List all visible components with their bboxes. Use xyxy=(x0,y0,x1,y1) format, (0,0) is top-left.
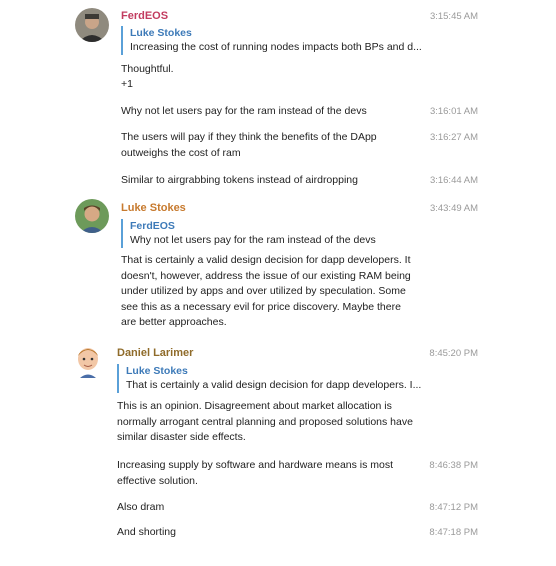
message-text: Thoughtful. xyxy=(121,63,174,75)
timestamp: 8:46:38 PM xyxy=(429,460,478,471)
quote-text: Why not let users pay for the ram instea… xyxy=(130,234,376,246)
message-text: +1 xyxy=(121,78,133,90)
reply-quote[interactable]: Luke Stokes Increasing the cost of runni… xyxy=(121,26,422,55)
message-text: Increasing supply by software and hardwa… xyxy=(117,459,394,487)
quote-author: FerdEOS xyxy=(130,220,175,232)
avatar-ferdeos[interactable] xyxy=(75,8,109,42)
quote-text: Increasing the cost of running nodes imp… xyxy=(130,41,422,53)
avatar-daniel-larimer[interactable] xyxy=(71,344,105,378)
avatar-luke-stokes[interactable] xyxy=(75,199,109,233)
timestamp: 3:15:45 AM xyxy=(429,11,478,22)
author-name-luke-stokes[interactable]: Luke Stokes xyxy=(121,202,186,214)
message-text: Why not let users pay for the ram instea… xyxy=(121,105,367,117)
quote-author: Luke Stokes xyxy=(130,27,192,39)
message-text: The users will pay if they think the ben… xyxy=(121,131,377,159)
quote-text: That is certainly a valid design decisio… xyxy=(126,379,422,391)
message-text: That is certainly a valid design decisio… xyxy=(121,254,411,328)
timestamp: 3:16:01 AM xyxy=(429,106,478,117)
author-name-ferdeos[interactable]: FerdEOS xyxy=(121,10,168,22)
reply-quote[interactable]: Luke Stokes That is certainly a valid de… xyxy=(117,364,421,393)
message-text: Also dram xyxy=(117,501,165,513)
message-text: And shorting xyxy=(117,526,176,538)
timestamp: 8:47:18 PM xyxy=(429,527,478,538)
author-name-daniel-larimer[interactable]: Daniel Larimer xyxy=(117,347,193,359)
message-text: Similar to airgrabbing tokens instead of… xyxy=(121,174,358,186)
quote-author: Luke Stokes xyxy=(126,365,188,377)
timestamp: 8:47:12 PM xyxy=(429,502,478,513)
reply-quote[interactable]: FerdEOS Why not let users pay for the ra… xyxy=(121,219,376,248)
timestamp: 3:43:49 AM xyxy=(429,203,478,214)
message-text: This is an opinion. Disagreement about m… xyxy=(117,400,413,443)
timestamp: 8:45:20 PM xyxy=(429,348,478,359)
timestamp: 3:16:27 AM xyxy=(429,132,478,143)
timestamp: 3:16:44 AM xyxy=(429,175,478,186)
